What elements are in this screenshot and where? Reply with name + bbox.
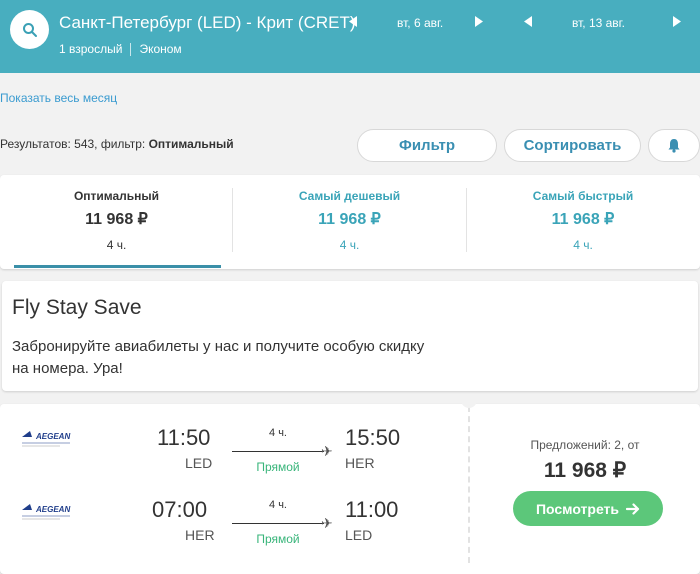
depart-code: LED	[185, 455, 213, 471]
return-prev-button[interactable]	[524, 16, 532, 30]
flight-duration: 4 ч.	[269, 427, 287, 439]
price-alert-button[interactable]	[648, 129, 700, 162]
results-summary: Результатов: 543, фильтр: Оптимальный	[0, 137, 234, 151]
view-ticket-button[interactable]: Посмотреть	[513, 491, 663, 526]
return-next-button[interactable]	[673, 16, 681, 30]
bell-icon	[668, 139, 680, 153]
active-tab-indicator	[14, 265, 221, 268]
results-count: Результатов: 543, фильтр:	[0, 137, 149, 151]
ticket-perforation	[468, 406, 470, 563]
tab-duration: 4 ч.	[339, 238, 360, 252]
search-header: Санкт-Петербург (LED) - Крит (CRET) 1 вз…	[0, 0, 700, 73]
triangle-right-icon	[475, 16, 483, 27]
passenger-count: 1 взрослый	[59, 42, 123, 56]
flight-duration: 4 ч.	[269, 499, 287, 511]
arrive-time: 11:00	[345, 497, 399, 522]
promo-title: Fly Stay Save	[12, 296, 142, 319]
offers-count: Предложений: 2, от	[530, 438, 640, 452]
arrow-right-icon	[626, 502, 640, 515]
promo-text: Забронируйте авиабилеты у нас и получите…	[12, 338, 425, 377]
airline-logo: AEGEAN	[22, 504, 70, 520]
flight-type: Прямой	[256, 460, 300, 474]
airline-name: AEGEAN	[35, 432, 70, 441]
tab-cheapest[interactable]: Самый дешевый 11 968 ₽ 4 ч.	[233, 175, 466, 269]
depart-prev-button[interactable]	[349, 16, 357, 30]
flight-line	[232, 451, 324, 452]
view-button-label: Посмотреть	[535, 500, 620, 517]
arrive-time: 15:50	[345, 425, 401, 450]
tab-price: 11 968 ₽	[85, 211, 148, 228]
triangle-right-icon	[673, 16, 681, 27]
sort-tabs: Оптимальный 11 968 ₽ 4 ч. Самый дешевый …	[0, 175, 700, 269]
route-title[interactable]: Санкт-Петербург (LED) - Крит (CRET)	[59, 13, 356, 33]
cabin-class: Эконом	[139, 42, 182, 56]
triangle-left-icon	[349, 16, 357, 27]
tab-duration: 4 ч.	[106, 238, 127, 252]
plane-icon: ✈	[321, 515, 333, 531]
sort-button[interactable]: Сортировать	[504, 129, 641, 162]
show-month-link[interactable]: Показать весь месяц	[0, 91, 117, 105]
route-meta[interactable]: 1 взрослый Эконом	[59, 42, 182, 56]
tab-label: Самый быстрый	[532, 189, 634, 203]
plane-icon: ✈	[321, 443, 333, 459]
arrive-code: LED	[345, 527, 373, 543]
tab-label: Самый дешевый	[298, 189, 401, 203]
depart-time: 07:00	[152, 497, 208, 522]
flight-line	[232, 523, 324, 524]
search-icon	[22, 22, 37, 37]
divider	[130, 42, 132, 56]
arrive-code: HER	[345, 455, 375, 471]
flight-type: Прямой	[256, 532, 300, 546]
depart-date[interactable]: вт, 6 авг.	[397, 16, 443, 30]
ticket-price: 11 968 ₽	[543, 459, 627, 482]
tab-optimal[interactable]: Оптимальный 11 968 ₽ 4 ч.	[0, 175, 233, 269]
filter-button[interactable]: Фильтр	[357, 129, 497, 162]
return-date[interactable]: вт, 13 авг.	[572, 16, 625, 30]
depart-next-button[interactable]	[475, 16, 483, 30]
airline-logo: AEGEAN	[22, 431, 70, 447]
tab-duration: 4 ч.	[573, 238, 593, 252]
search-button[interactable]	[10, 10, 49, 49]
tab-label: Оптимальный	[73, 189, 160, 203]
results-filter-name: Оптимальный	[148, 137, 234, 151]
tab-fastest[interactable]: Самый быстрый 11 968 ₽ 4 ч.	[466, 175, 700, 269]
depart-code: HER	[185, 527, 215, 543]
tab-price: 11 968 ₽	[318, 211, 381, 228]
airline-name: AEGEAN	[35, 505, 70, 514]
triangle-left-icon	[524, 16, 532, 27]
tab-price: 11 968 ₽	[551, 211, 615, 228]
promo-card[interactable]: Fly Stay Save Забронируйте авиабилеты у …	[2, 281, 698, 391]
depart-time: 11:50	[157, 425, 211, 450]
